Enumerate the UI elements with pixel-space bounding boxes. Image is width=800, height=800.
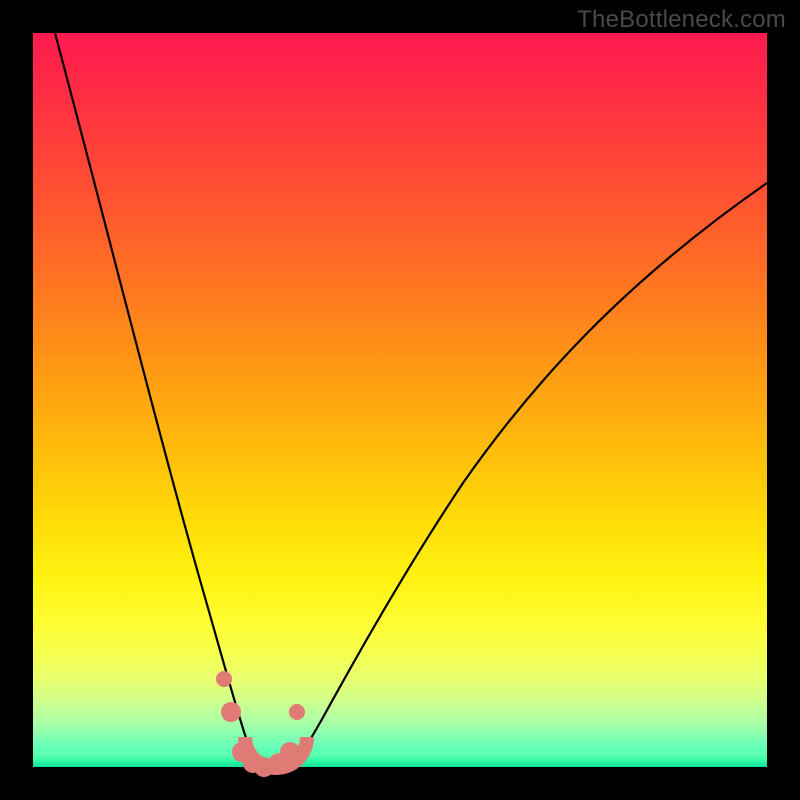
plot-area — [33, 33, 767, 767]
marker-point — [280, 742, 300, 762]
marker-point — [216, 671, 232, 687]
chart-frame: TheBottleneck.com — [0, 0, 800, 800]
curve-markers — [33, 33, 767, 767]
watermark-text: TheBottleneck.com — [577, 6, 786, 34]
marker-point — [221, 702, 241, 722]
marker-point — [289, 704, 305, 720]
